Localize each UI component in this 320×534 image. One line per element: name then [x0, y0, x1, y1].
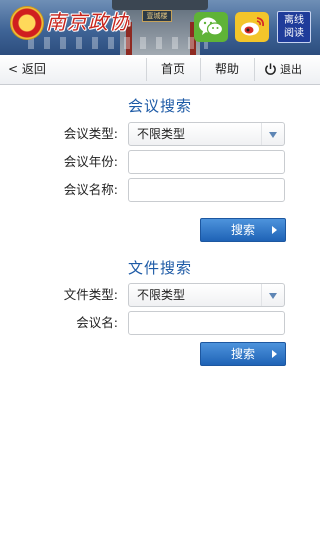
nav-divider — [254, 58, 255, 81]
file-search-title: 文件搜索 — [127, 259, 192, 277]
meeting-type-select[interactable]: 不限类型 — [128, 122, 285, 146]
chevron-right-icon — [272, 226, 277, 234]
meeting-name-input[interactable] — [128, 178, 285, 202]
power-icon — [265, 63, 276, 75]
wechat-icon — [199, 17, 224, 36]
dropdown-arrow-icon — [261, 123, 284, 145]
file-type-select[interactable]: 不限类型 — [128, 283, 285, 307]
file-type-value: 不限类型 — [137, 288, 186, 302]
header-banner: 壹城楼 南京政协 离线 阅读 — [0, 0, 320, 55]
back-button[interactable]: < 返回 — [8, 55, 46, 84]
file-search-button[interactable]: 搜索 — [200, 342, 286, 366]
home-link[interactable]: 首页 — [147, 55, 199, 84]
meeting-search-button-label: 搜索 — [230, 223, 255, 237]
help-link[interactable]: 帮助 — [201, 55, 253, 84]
file-type-label: 文件类型: — [63, 287, 118, 302]
logout-label: 退出 — [280, 63, 302, 76]
logout-button[interactable]: 退出 — [264, 55, 302, 84]
app-logo-title: 南京政协 — [46, 10, 130, 34]
nav-bar: < 返回 首页 帮助 退出 — [0, 55, 320, 85]
meeting-name-label: 会议名称: — [63, 182, 118, 197]
meeting-type-value: 不限类型 — [137, 127, 186, 141]
cppcc-emblem-icon — [10, 6, 44, 40]
building-plaque: 壹城楼 — [142, 10, 172, 22]
meeting-year-input[interactable] — [128, 150, 285, 174]
chevron-right-icon — [272, 350, 277, 358]
decor-stripe — [28, 37, 208, 49]
meeting-type-label: 会议类型: — [63, 126, 118, 141]
file-search-button-label: 搜索 — [230, 347, 255, 361]
offline-label-line2: 阅读 — [284, 28, 304, 39]
meeting-year-label: 会议年份: — [63, 154, 118, 169]
dropdown-arrow-icon — [261, 284, 284, 306]
offline-label-line1: 离线 — [284, 15, 304, 26]
weibo-icon — [241, 17, 265, 36]
offline-reading-button[interactable]: 离线 阅读 — [277, 11, 311, 43]
weibo-share-button[interactable] — [235, 12, 269, 42]
file-meeting-label: 会议名: — [76, 315, 118, 330]
meeting-search-button[interactable]: 搜索 — [200, 218, 286, 242]
plaque-text: 壹城楼 — [146, 12, 168, 20]
file-meeting-input[interactable] — [128, 311, 285, 335]
meeting-search-title: 会议搜索 — [127, 97, 192, 115]
wechat-share-button[interactable] — [194, 12, 228, 42]
